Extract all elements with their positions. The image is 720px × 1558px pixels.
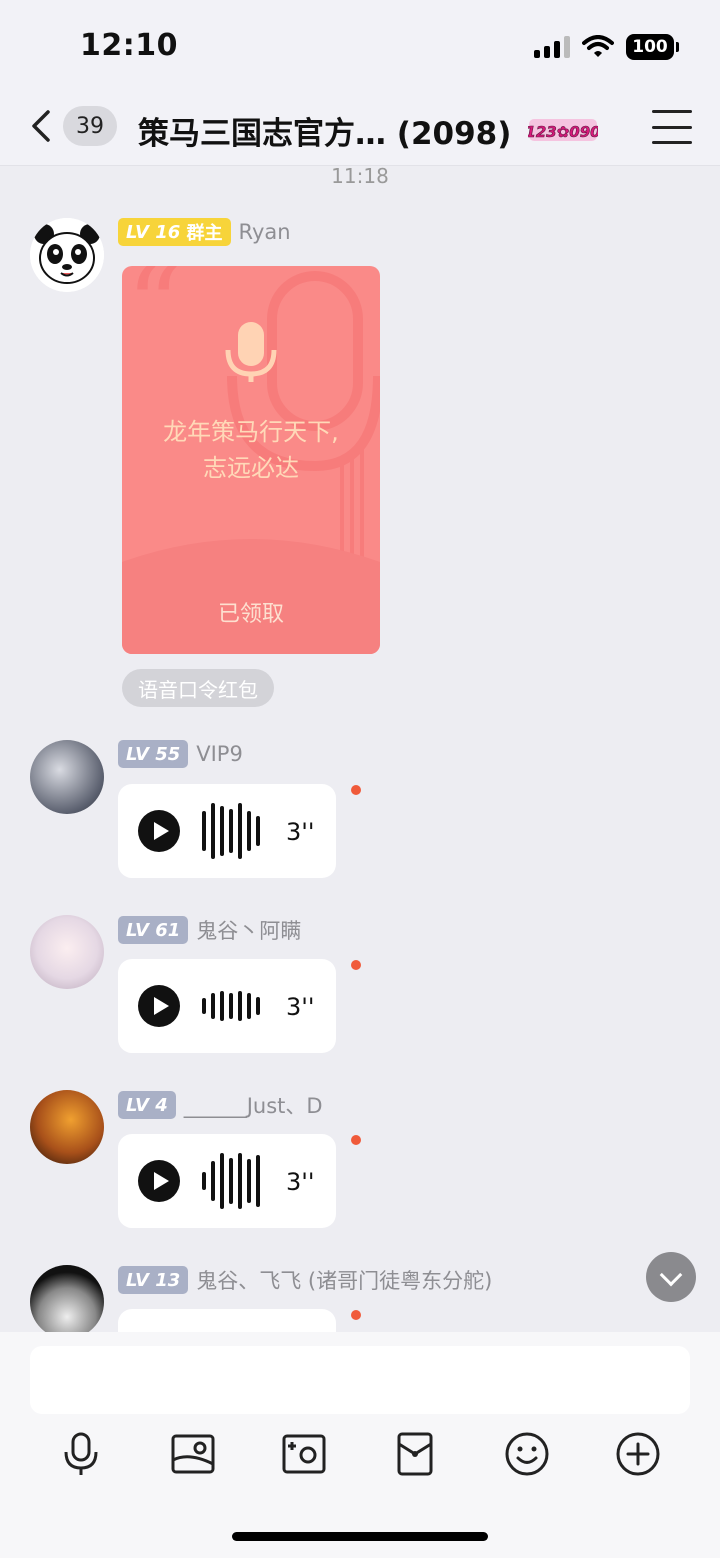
nickname[interactable]: ______Just、D	[184, 1090, 323, 1120]
level-badge: LV 61	[118, 916, 189, 944]
message-meta: LV 16 群主 Ryan	[118, 218, 291, 246]
svg-text:123✿090: 123✿090	[528, 123, 598, 141]
avatar[interactable]	[30, 740, 104, 814]
message-meta: LV 13 鬼谷、飞飞 (诸哥门徒粤东分舵)	[118, 1265, 492, 1295]
message-meta: LV 4 ______Just、D	[118, 1090, 323, 1120]
message-meta: LV 61 鬼谷丶阿瞒	[118, 915, 301, 945]
waveform-icon	[202, 977, 260, 1035]
time-divider: 11:18	[331, 166, 389, 188]
wifi-icon	[582, 35, 614, 57]
avatar[interactable]	[30, 915, 104, 989]
unread-dot	[351, 1135, 361, 1145]
cellular-signal-icon	[534, 36, 570, 58]
avatar[interactable]	[30, 218, 104, 292]
group-title[interactable]: 策马三国志官方… (2098)	[138, 108, 511, 153]
avatar[interactable]	[30, 1265, 104, 1332]
unread-dot	[351, 785, 361, 795]
voice-message[interactable]	[118, 1309, 336, 1332]
status-icons: 100	[534, 34, 679, 60]
level-badge: LV 55	[118, 740, 189, 768]
chat-list[interactable]: 11:18 LV 16 群主 Ryan “ 龙年策马行天下, 志远必达 已领取 …	[0, 166, 720, 1332]
emoji-icon[interactable]	[503, 1430, 551, 1478]
panda-avatar-icon	[30, 218, 104, 292]
unread-dot	[351, 1310, 361, 1320]
status-bar: 12:10 100	[0, 0, 720, 96]
level-badge: LV 4	[118, 1091, 176, 1119]
battery-icon: 100	[626, 34, 679, 60]
voice-duration: 3''	[286, 993, 315, 1021]
message-input[interactable]	[30, 1346, 690, 1414]
nav-bar: 39 策马三国志官方… (2098) 123✿090	[0, 96, 720, 166]
level-badge: LV 16 群主	[118, 218, 231, 246]
nickname[interactable]: Ryan	[239, 220, 291, 244]
nickname[interactable]: 鬼谷丶阿瞒	[196, 915, 301, 945]
status-time: 12:10	[80, 28, 178, 63]
play-icon[interactable]	[138, 810, 180, 852]
voice-message[interactable]: 3''	[118, 959, 336, 1053]
avatar[interactable]	[30, 1090, 104, 1164]
svg-text:“: “	[126, 266, 182, 370]
play-icon[interactable]	[138, 1160, 180, 1202]
waveform-icon	[202, 1152, 260, 1210]
red-packet-icon[interactable]	[391, 1430, 439, 1478]
message-meta: LV 55 VIP9	[118, 740, 243, 768]
mic-icon[interactable]	[57, 1430, 105, 1478]
nickname[interactable]: VIP9	[196, 742, 243, 766]
red-packet-type-label: 语音口令红包	[122, 669, 274, 707]
input-area	[0, 1332, 720, 1558]
back-icon[interactable]	[24, 108, 60, 144]
group-tag-badge: 123✿090	[528, 119, 598, 141]
menu-button[interactable]	[652, 110, 692, 144]
plus-icon[interactable]	[614, 1430, 662, 1478]
camera-icon[interactable]	[280, 1430, 328, 1478]
play-icon[interactable]	[138, 985, 180, 1027]
image-icon[interactable]	[169, 1430, 217, 1478]
level-badge: LV 13	[118, 1266, 189, 1294]
voice-message[interactable]: 3''	[118, 784, 336, 878]
voice-duration: 3''	[286, 818, 315, 846]
scroll-to-bottom-button[interactable]	[646, 1252, 696, 1302]
unread-badge[interactable]: 39	[63, 106, 117, 146]
input-toolbar	[0, 1430, 720, 1478]
voice-duration: 3''	[286, 1168, 315, 1196]
home-indicator[interactable]	[232, 1532, 488, 1541]
red-packet-phrase: 龙年策马行天下, 志远必达	[163, 418, 339, 482]
red-packet-status: 已领取	[217, 602, 284, 627]
unread-dot	[351, 960, 361, 970]
red-packet-card[interactable]: “ 龙年策马行天下, 志远必达 已领取	[122, 266, 380, 654]
waveform-icon	[202, 802, 260, 860]
voice-message[interactable]: 3''	[118, 1134, 336, 1228]
nickname[interactable]: 鬼谷、飞飞 (诸哥门徒粤东分舵)	[196, 1265, 492, 1295]
